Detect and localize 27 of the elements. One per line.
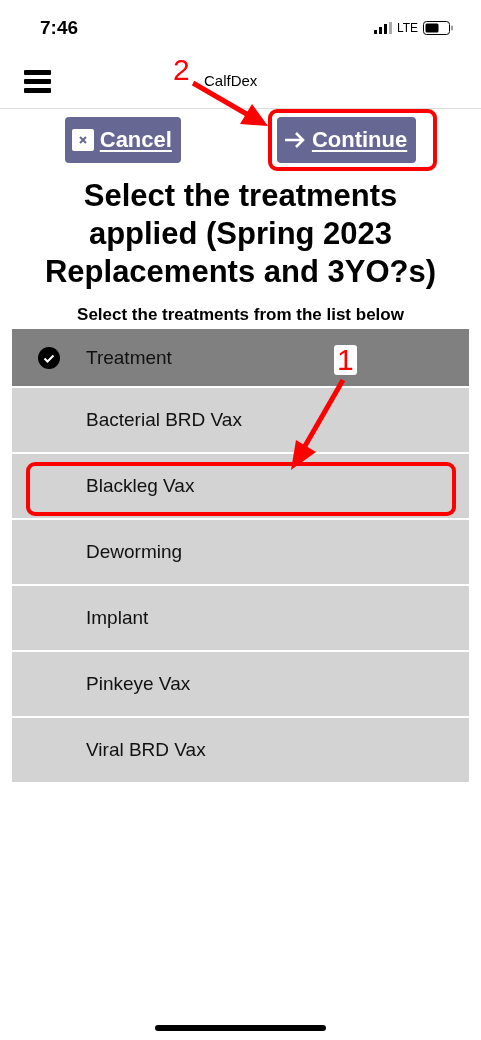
- menu-icon[interactable]: [24, 70, 51, 94]
- header-label: Treatment: [86, 346, 172, 369]
- cancel-button[interactable]: Cancel: [64, 117, 181, 163]
- item-label: Deworming: [86, 541, 183, 563]
- network-label: LTE: [396, 21, 418, 35]
- item-label: Blackleg Vax: [86, 475, 195, 497]
- arrow-right-icon: [283, 130, 306, 150]
- battery-icon: [423, 21, 453, 35]
- status-time: 7:46: [40, 17, 79, 39]
- check-circle-icon[interactable]: [38, 346, 60, 369]
- list-item[interactable]: Bacterial BRD Vax: [12, 388, 469, 452]
- signal-icon: [373, 22, 392, 34]
- list-item[interactable]: Implant: [12, 586, 469, 650]
- item-label: Pinkeye Vax: [86, 673, 191, 695]
- item-label: Bacterial BRD Vax: [86, 409, 242, 431]
- item-label: Implant: [86, 607, 149, 629]
- page-title: Select the treatments applied (Spring 2023 Replacements and 3YO?s): [43, 177, 438, 291]
- app-title: CalfDex: [204, 72, 258, 89]
- annotation-number: 1: [334, 345, 357, 375]
- list-item[interactable]: Pinkeye Vax: [12, 652, 469, 716]
- list-item[interactable]: Viral BRD Vax: [12, 718, 469, 782]
- continue-button[interactable]: Continue: [276, 117, 417, 163]
- close-icon: [71, 129, 94, 151]
- item-label: Viral BRD Vax: [86, 739, 206, 761]
- list-item[interactable]: Blackleg Vax: [12, 454, 469, 518]
- list-item[interactable]: Deworming: [12, 520, 469, 584]
- instruction-text: Select the treatments from the list below: [76, 305, 405, 325]
